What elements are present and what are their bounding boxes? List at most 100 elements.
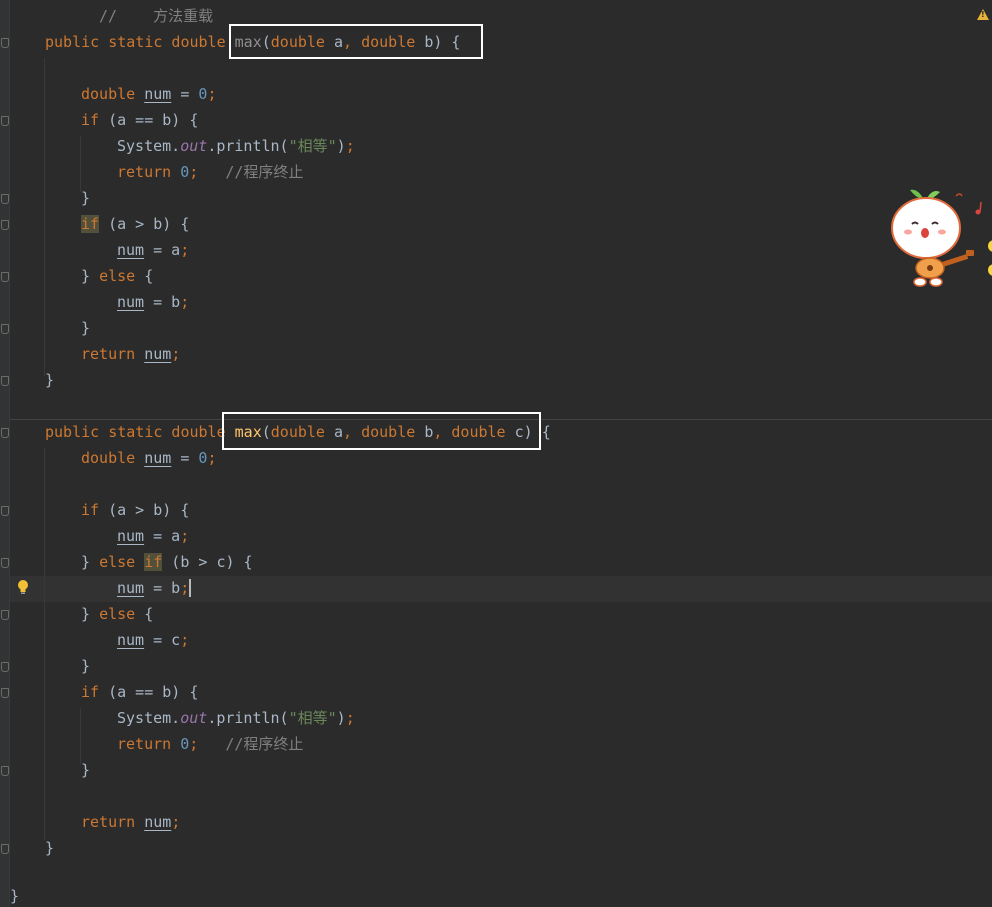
code-line[interactable]: } else if (b > c) { bbox=[81, 549, 253, 575]
code-token: num bbox=[144, 85, 172, 103]
fold-marker[interactable] bbox=[1, 194, 9, 204]
code-token: 0 bbox=[180, 735, 190, 753]
code-token: (a > b) { bbox=[99, 215, 190, 233]
code-token: { bbox=[144, 267, 154, 285]
code-line[interactable]: } else { bbox=[81, 601, 153, 627]
warning-triangle-icon[interactable] bbox=[977, 9, 989, 20]
cartoon-sticker bbox=[891, 189, 992, 287]
code-token: (b > c) { bbox=[162, 553, 253, 571]
code-token: = b bbox=[144, 293, 181, 311]
code-line[interactable]: num = b; bbox=[117, 575, 192, 601]
code-token: ; bbox=[180, 527, 190, 545]
code-token: else bbox=[99, 553, 145, 571]
code-token: ; bbox=[345, 709, 355, 727]
code-line[interactable]: // 方法重载 bbox=[99, 3, 213, 29]
code-line[interactable]: } bbox=[81, 653, 90, 679]
fold-marker[interactable] bbox=[1, 38, 9, 48]
code-token: } bbox=[45, 371, 55, 389]
signature-highlight-box bbox=[222, 412, 541, 450]
code-line[interactable]: } bbox=[81, 315, 90, 341]
code-line[interactable]: num = a; bbox=[117, 237, 189, 263]
code-line[interactable]: if (a > b) { bbox=[81, 211, 189, 237]
code-token: double bbox=[81, 449, 145, 467]
code-token: ; bbox=[207, 85, 217, 103]
code-token: ; bbox=[180, 579, 190, 597]
text-caret bbox=[189, 579, 192, 597]
code-token: = a bbox=[144, 527, 181, 545]
code-token: } bbox=[81, 605, 100, 623]
code-token: public static double bbox=[45, 33, 235, 51]
code-line[interactable]: return num; bbox=[81, 341, 180, 367]
code-line[interactable]: return 0; //程序终止 bbox=[117, 731, 303, 757]
code-token: ; bbox=[180, 241, 190, 259]
code-line[interactable]: num = a; bbox=[117, 523, 189, 549]
code-token: System. bbox=[117, 137, 181, 155]
code-token: return bbox=[117, 735, 181, 753]
code-token: out bbox=[180, 709, 208, 727]
code-line[interactable]: num = c; bbox=[117, 627, 189, 653]
fold-marker[interactable] bbox=[1, 506, 9, 516]
code-token: if bbox=[81, 501, 109, 519]
code-line[interactable]: double num = 0; bbox=[81, 81, 216, 107]
code-token: else bbox=[99, 267, 145, 285]
code-token: = b bbox=[144, 579, 181, 597]
code-token: //程序终止 bbox=[225, 735, 304, 753]
code-token: ) bbox=[336, 709, 346, 727]
fold-marker[interactable] bbox=[1, 272, 9, 282]
code-line[interactable]: return num; bbox=[81, 809, 180, 835]
code-token: = c bbox=[144, 631, 181, 649]
code-token: ; bbox=[171, 345, 181, 363]
code-token: if bbox=[144, 553, 163, 571]
code-token: } bbox=[81, 553, 100, 571]
fold-marker[interactable] bbox=[1, 220, 9, 230]
signature-highlight-box bbox=[229, 24, 483, 59]
code-token: (a > b) { bbox=[108, 501, 190, 519]
lightbulb-icon[interactable] bbox=[17, 579, 29, 596]
fold-marker[interactable] bbox=[1, 376, 9, 386]
fold-marker[interactable] bbox=[1, 116, 9, 126]
code-line[interactable]: } bbox=[10, 883, 19, 907]
fold-marker[interactable] bbox=[1, 766, 9, 776]
code-line[interactable]: return 0; //程序终止 bbox=[117, 159, 303, 185]
fold-marker[interactable] bbox=[1, 662, 9, 672]
code-token: num bbox=[144, 345, 172, 363]
code-line[interactable]: } bbox=[45, 835, 54, 861]
code-token: 0 bbox=[180, 163, 190, 181]
code-token: num bbox=[144, 449, 172, 467]
fold-marker[interactable] bbox=[1, 558, 9, 568]
code-line[interactable]: } bbox=[81, 757, 90, 783]
code-line[interactable]: System.out.println("相等"); bbox=[117, 133, 355, 159]
fold-marker[interactable] bbox=[1, 428, 9, 438]
code-line[interactable]: if (a == b) { bbox=[81, 679, 198, 705]
code-token: else bbox=[99, 605, 145, 623]
code-token: (a == b) { bbox=[108, 683, 199, 701]
code-token: ; bbox=[189, 163, 226, 181]
code-line[interactable]: if (a > b) { bbox=[81, 497, 189, 523]
code-line[interactable]: double num = 0; bbox=[81, 445, 216, 471]
fold-marker[interactable] bbox=[1, 688, 9, 698]
code-token: { bbox=[144, 605, 154, 623]
code-token: } bbox=[81, 189, 91, 207]
code-token: "相等" bbox=[288, 709, 337, 727]
fold-marker[interactable] bbox=[1, 610, 9, 620]
code-token: ; bbox=[207, 449, 217, 467]
code-token: } bbox=[81, 761, 91, 779]
code-token: System. bbox=[117, 709, 181, 727]
code-token: ; bbox=[189, 735, 226, 753]
code-line[interactable]: if (a == b) { bbox=[81, 107, 198, 133]
code-token: } bbox=[45, 839, 55, 857]
code-token: num bbox=[117, 579, 145, 597]
code-token: "相等" bbox=[288, 137, 337, 155]
code-line[interactable]: num = b; bbox=[117, 289, 189, 315]
code-line[interactable]: } bbox=[45, 367, 54, 393]
code-line[interactable]: System.out.println("相等"); bbox=[117, 705, 355, 731]
code-line[interactable]: } else { bbox=[81, 263, 153, 289]
fold-marker[interactable] bbox=[1, 324, 9, 334]
code-token: ; bbox=[180, 293, 190, 311]
code-line[interactable]: } bbox=[81, 185, 90, 211]
code-token: } bbox=[10, 887, 20, 905]
code-editor[interactable]: // 方法重载 public static double max(double a… bbox=[0, 0, 992, 907]
code-token: return bbox=[81, 345, 145, 363]
code-area[interactable]: // 方法重载 public static double max(double a… bbox=[10, 0, 992, 907]
fold-marker[interactable] bbox=[1, 844, 9, 854]
